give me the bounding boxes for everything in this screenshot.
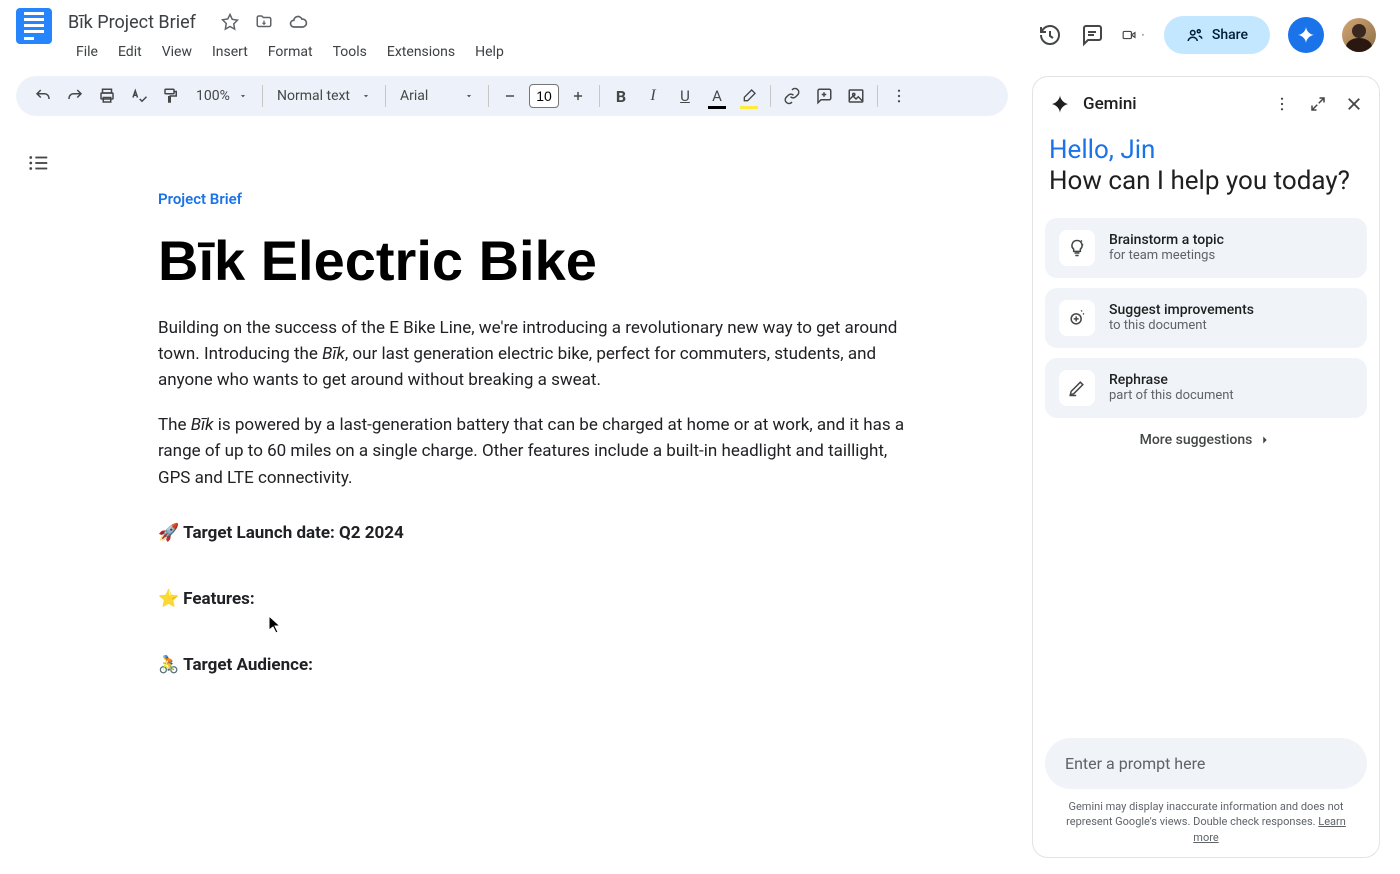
greeting-name: Hello, Jin xyxy=(1049,135,1363,165)
print-button[interactable] xyxy=(92,81,122,111)
underline-button[interactable]: U xyxy=(670,81,700,111)
add-comment-button[interactable] xyxy=(809,81,839,111)
zoom-select[interactable]: 100% xyxy=(188,88,256,104)
increase-font-button[interactable] xyxy=(563,81,593,111)
chevron-right-icon xyxy=(1258,433,1272,447)
cloud-status-icon[interactable] xyxy=(288,12,308,32)
highlight-color-button[interactable] xyxy=(734,81,764,111)
suggestion-title: Suggest improvements xyxy=(1109,302,1254,318)
spellcheck-button[interactable] xyxy=(124,81,154,111)
prompt-placeholder: Enter a prompt here xyxy=(1065,754,1347,773)
gemini-side-panel: Gemini Hello, Jin How can I help you tod… xyxy=(1032,76,1380,858)
suggestion-brainstorm[interactable]: Brainstorm a topic for team meetings xyxy=(1045,218,1367,278)
sparkle-icon xyxy=(1296,25,1316,45)
menu-extensions[interactable]: Extensions xyxy=(379,40,463,64)
text-color-button[interactable]: A xyxy=(702,81,732,111)
insert-image-button[interactable] xyxy=(841,81,871,111)
menu-edit[interactable]: Edit xyxy=(110,40,150,64)
menu-view[interactable]: View xyxy=(154,40,200,64)
font-value: Arial xyxy=(400,88,428,104)
comments-icon[interactable] xyxy=(1080,23,1104,47)
decrease-font-button[interactable] xyxy=(495,81,525,111)
suggestion-title: Rephrase xyxy=(1109,372,1234,388)
suggestion-subtitle: to this document xyxy=(1109,318,1254,333)
italic-button[interactable]: I xyxy=(638,81,668,111)
font-select[interactable]: Arial xyxy=(392,88,482,104)
insert-link-button[interactable] xyxy=(777,81,807,111)
lightbulb-icon xyxy=(1059,230,1095,266)
brief-title: Bīk Electric Bike xyxy=(158,232,912,291)
brief-paragraph-2: The Bīk is powered by a last-generation … xyxy=(158,412,912,491)
people-icon xyxy=(1186,26,1204,44)
share-button[interactable]: Share xyxy=(1164,16,1270,54)
menu-format[interactable]: Format xyxy=(260,40,321,64)
pencil-icon xyxy=(1059,370,1095,406)
chevron-down-icon xyxy=(361,91,371,101)
suggestion-rephrase[interactable]: Rephrase part of this document xyxy=(1045,358,1367,418)
panel-title: Gemini xyxy=(1083,94,1261,114)
audience-heading: 🚴Target Audience: xyxy=(158,655,912,675)
document-title[interactable]: Bīk Project Brief xyxy=(68,12,196,33)
launch-date-heading: 🚀Target Launch date: Q2 2024 xyxy=(158,523,912,543)
move-icon[interactable] xyxy=(254,12,274,32)
redo-button[interactable] xyxy=(60,81,90,111)
disclaimer-text: Gemini may display inaccurate informatio… xyxy=(1045,799,1367,845)
menu-file[interactable]: File xyxy=(68,40,106,64)
undo-button[interactable] xyxy=(28,81,58,111)
panel-close-button[interactable] xyxy=(1345,95,1363,113)
zoom-value: 100% xyxy=(196,88,230,104)
menu-tools[interactable]: Tools xyxy=(325,40,375,64)
features-heading: ⭐Features: xyxy=(158,589,912,609)
paragraph-style-select[interactable]: Normal text xyxy=(269,88,379,104)
chevron-down-icon xyxy=(1140,30,1146,40)
greeting-prompt: How can I help you today? xyxy=(1049,165,1363,198)
brief-label: Project Brief xyxy=(158,190,912,208)
brief-paragraph-1: Building on the success of the E Bike Li… xyxy=(158,315,912,394)
menu-help[interactable]: Help xyxy=(467,40,512,64)
more-suggestions-button[interactable]: More suggestions xyxy=(1033,432,1379,448)
sparkle-icon xyxy=(1049,93,1071,115)
style-value: Normal text xyxy=(277,88,350,104)
avatar[interactable] xyxy=(1342,18,1376,52)
gemini-button[interactable] xyxy=(1288,17,1324,53)
suggestion-title: Brainstorm a topic xyxy=(1109,232,1224,248)
toolbar: 100% Normal text Arial B I U A xyxy=(16,76,1008,116)
outline-toggle-button[interactable] xyxy=(28,152,50,174)
suggestion-subtitle: for team meetings xyxy=(1109,248,1224,263)
star-icon[interactable] xyxy=(220,12,240,32)
share-label: Share xyxy=(1212,27,1248,43)
chevron-down-icon xyxy=(464,91,474,101)
font-size-input[interactable] xyxy=(529,84,559,108)
panel-expand-button[interactable] xyxy=(1309,95,1327,113)
more-tools-button[interactable] xyxy=(884,81,914,111)
prompt-input[interactable]: Enter a prompt here xyxy=(1045,738,1367,789)
meet-button[interactable] xyxy=(1122,23,1146,47)
panel-menu-button[interactable] xyxy=(1273,95,1291,113)
document-canvas[interactable]: Project Brief Bīk Electric Bike Building… xyxy=(62,130,1008,874)
sparkle-plus-icon xyxy=(1059,300,1095,336)
suggestion-improvements[interactable]: Suggest improvements to this document xyxy=(1045,288,1367,348)
docs-logo[interactable] xyxy=(16,8,52,44)
menu-insert[interactable]: Insert xyxy=(204,40,256,64)
suggestion-subtitle: part of this document xyxy=(1109,388,1234,403)
history-icon[interactable] xyxy=(1038,23,1062,47)
paint-format-button[interactable] xyxy=(156,81,186,111)
bold-button[interactable]: B xyxy=(606,81,636,111)
chevron-down-icon xyxy=(238,91,248,101)
